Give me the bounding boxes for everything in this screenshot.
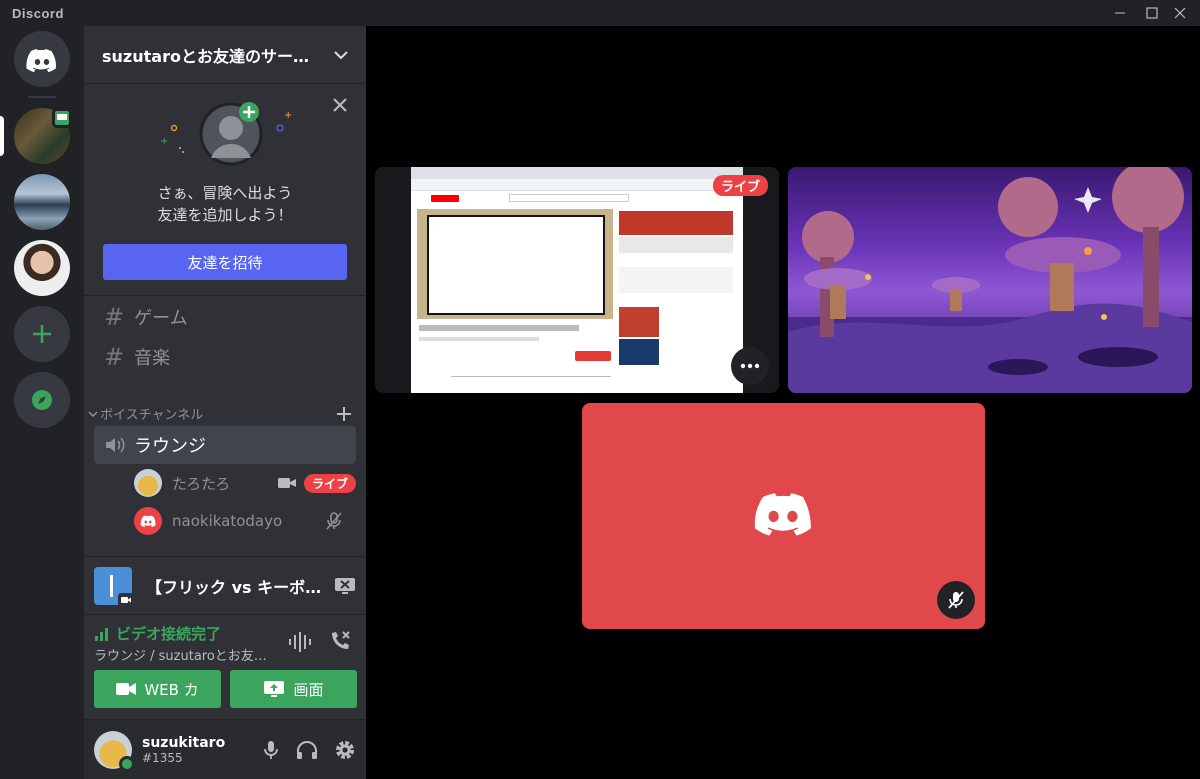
user-panel: suzukitaro #1355 [84,720,366,779]
explore-button[interactable] [14,372,70,428]
mic-muted-icon [326,512,342,530]
stream-video [411,167,743,393]
channel-sidebar: suzutaroとお友達のサー… + + さぁ、冒険へ出よう 友達を追加しよう！… [84,26,366,779]
channel-name: ゲーム [134,308,188,329]
microphone-icon[interactable] [264,740,278,760]
title-bar: Discord [0,0,1200,26]
avatar [134,507,162,535]
activity-panel[interactable]: 【フリック vs キーボ… [84,556,366,614]
invite-text-line1: さぁ、冒険へ出よう [157,184,293,202]
invite-illustration-icon: + + [160,102,292,166]
close-icon [1174,7,1186,19]
live-badge: ライブ [713,175,769,196]
speaker-icon [106,437,125,453]
live-badge: ライブ [303,473,356,493]
invite-close-button[interactable] [332,94,348,118]
video-stage: ライブ [366,26,1200,779]
username: suzukitaro [142,734,226,751]
maximize-icon [1146,7,1158,19]
stream-tile[interactable]: ライブ [375,167,779,393]
voice-channel-name: ラウンジ [134,436,206,457]
screen-share-icon [264,681,285,697]
headphones-icon[interactable] [296,740,318,760]
discord-logo-icon [140,515,156,527]
more-horizontal-icon [740,363,760,369]
svg-text:+: + [284,110,292,121]
disconnect-icon[interactable] [328,629,352,653]
game-video-tile[interactable] [788,167,1192,393]
server-name: suzutaroとお友達のサー… [102,46,309,66]
add-channel-icon[interactable] [336,406,352,422]
stop-stream-icon[interactable] [334,577,356,595]
invite-friends-button[interactable]: 友達を招待 [103,244,347,280]
avatar [134,469,162,497]
activity-thumbnail [94,566,134,607]
voice-user-naokikatodayo[interactable]: naokikatodayo [134,504,356,538]
voice-user-tarotaro[interactable]: たろたろ ライブ [134,466,356,500]
voice-user-name: naokikatodayo [172,512,283,530]
compass-icon [32,390,52,410]
server-list [0,26,84,779]
connection-channel[interactable]: ラウンジ / suzutaroとお友… [94,645,274,664]
chevron-down-icon [88,410,98,417]
gear-icon[interactable] [334,739,356,761]
camera-icon [277,478,296,488]
selected-indicator [0,116,4,156]
chevron-down-icon [334,50,348,59]
screen-share-button[interactable]: 画面 [230,670,357,708]
noise-suppression-icon[interactable] [288,631,312,653]
category-label: ボイスチャンネル [100,408,204,423]
close-icon [333,98,347,112]
svg-text:+: + [160,136,168,147]
hashtag-icon: # [104,343,125,371]
camera-icon [116,683,137,695]
channel-name: 音楽 [134,348,171,369]
server-icon-3[interactable] [14,240,70,296]
muted-indicator [937,581,975,619]
hashtag-icon: # [104,303,125,331]
mic-muted-icon [948,591,964,609]
guild-separator [28,96,56,98]
activity-title: 【フリック vs キーボ… [146,577,322,597]
discord-logo-icon [754,493,811,536]
invite-text-line2: 友達を追加しよう！ [157,206,293,224]
voice-channel-lounge[interactable]: ラウンジ [94,426,356,464]
discord-logo-icon [26,49,57,73]
screen-share-icon [52,108,72,128]
add-server-button[interactable] [14,306,70,362]
user-tag: #1355 [142,750,183,765]
screen-share-label: 画面 [293,680,324,699]
video-button-label: WEB カ [144,680,199,699]
online-status-icon [119,755,135,772]
signal-icon [95,627,108,641]
channel-game[interactable]: # ゲーム [94,300,356,334]
camera-icon [121,596,131,603]
invite-panel: + + さぁ、冒険へ出よう 友達を追加しよう！ 友達を招待 [84,84,366,296]
voice-category[interactable]: ボイスチャンネル [88,404,358,423]
channel-music[interactable]: # 音楽 [94,340,356,374]
home-button[interactable] [14,31,70,87]
user-video-tile[interactable] [582,403,985,629]
server-header[interactable]: suzutaroとお友達のサー… [84,26,366,84]
game-scene-icon [788,167,1192,393]
video-button[interactable]: WEB カ [94,670,221,708]
app-title: Discord [12,5,64,21]
close-button[interactable] [1160,0,1200,26]
voice-user-name: たろたろ [172,474,231,493]
server-icon-2[interactable] [14,174,70,230]
more-options-button[interactable] [731,347,769,385]
connection-status[interactable]: ビデオ接続完了 [116,623,221,644]
plus-icon [33,325,51,343]
user-avatar[interactable] [94,730,135,772]
voice-connection-panel: ビデオ接続完了 ラウンジ / suzutaroとお友… WEB カ 画面 [84,614,366,720]
minimize-icon [1115,12,1125,14]
